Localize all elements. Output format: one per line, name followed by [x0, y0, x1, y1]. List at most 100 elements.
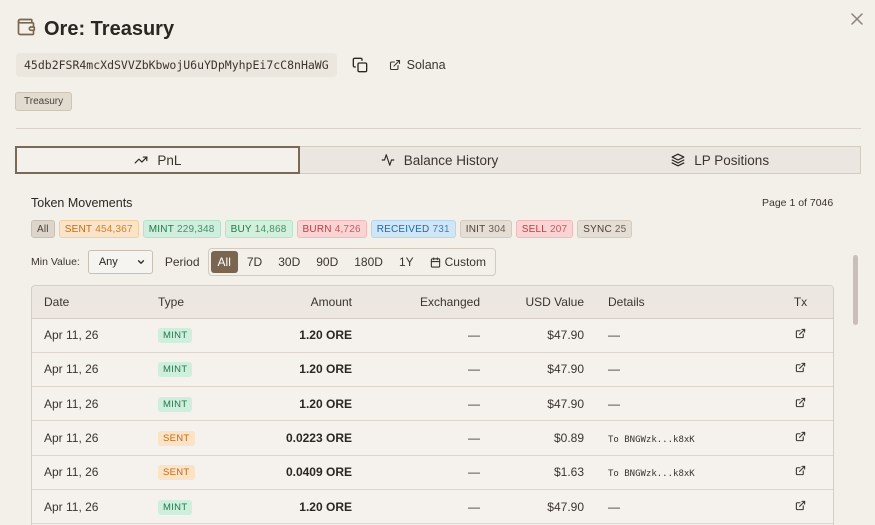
type-badge: MINT [158, 499, 193, 515]
page-info: Page 1 of 7046 [762, 197, 834, 209]
scrollbar[interactable] [853, 255, 858, 325]
tab-lp-positions[interactable]: LP Positions [579, 147, 860, 173]
period-90d[interactable]: 90D [309, 251, 345, 273]
period-all[interactable]: All [210, 251, 238, 273]
chip-count: 4,726 [334, 224, 361, 235]
cell-date: Apr 11, 26 [32, 386, 145, 422]
table-row: Apr 11, 26 SENT 0.0409 ORE — $1.63 To BNGWzk.… [32, 455, 833, 490]
cell-tx [766, 352, 833, 388]
cell-usd-value: $47.90 [480, 318, 584, 353]
tab-label: LP Positions [694, 152, 770, 168]
close-button[interactable] [848, 10, 866, 28]
tab-label: PnL [157, 152, 182, 168]
period-1y[interactable]: 1Y [392, 251, 421, 273]
filter-chip-sent[interactable]: SENT 454,367 [58, 220, 139, 238]
custom-label: Custom [444, 255, 486, 269]
cell-tx [766, 420, 833, 456]
period-custom[interactable]: Custom [423, 251, 493, 273]
filter-chip-sell[interactable]: SELL 207 [515, 220, 574, 238]
chip-count: 14,868 [254, 224, 287, 235]
cell-exchanged: — [352, 318, 480, 353]
filter-chip-burn[interactable]: BURN 4,726 [296, 220, 367, 238]
cell-date: Apr 11, 26 [32, 318, 145, 353]
cell-date: Apr 11, 26 [32, 420, 145, 456]
col-type[interactable]: Type [145, 286, 245, 319]
chip-count: 304 [488, 224, 506, 235]
col-tx[interactable]: Tx [766, 286, 833, 319]
filter-chip-received[interactable]: RECEIVED 731 [370, 220, 456, 238]
chip-label: MINT [148, 224, 175, 235]
col-date[interactable]: Date [32, 286, 145, 319]
chip-count: 731 [432, 224, 450, 235]
external-link-icon [795, 397, 806, 407]
tx-link[interactable] [795, 328, 806, 339]
cell-details: — [584, 489, 766, 525]
movements-table: Date Type Amount Exchanged USD Value Det… [31, 285, 834, 525]
close-icon [851, 13, 863, 25]
period-180d[interactable]: 180D [347, 251, 390, 273]
cell-type: SENT [145, 455, 245, 490]
copy-address-button[interactable] [351, 56, 369, 74]
col-exchanged[interactable]: Exchanged [352, 286, 480, 319]
filter-chip-init[interactable]: INIT 304 [459, 220, 512, 238]
cell-usd-value: $47.90 [480, 386, 584, 422]
title-row: Ore: Treasury [16, 17, 174, 42]
tx-link[interactable] [795, 397, 806, 408]
cell-details: To BNGWzk...k8xK [584, 455, 766, 490]
min-value-label: Min Value: [31, 256, 80, 268]
chip-count: 229,348 [177, 224, 215, 235]
details-text: — [608, 396, 620, 411]
chip-label: BURN [302, 224, 332, 235]
cell-type: MINT [145, 352, 245, 388]
tx-link[interactable] [795, 431, 806, 442]
period-30d[interactable]: 30D [271, 251, 307, 273]
filter-chip-buy[interactable]: BUY 14,868 [224, 220, 293, 238]
table-row: Apr 11, 26 SENT 0.0223 ORE — $0.89 To BNGWzk.… [32, 420, 833, 456]
chevron-down-icon [137, 260, 144, 264]
section-title: Token Movements [31, 196, 133, 210]
tx-link[interactable] [795, 465, 806, 476]
min-value-select[interactable]: Any [87, 250, 153, 274]
table-row: Apr 11, 26 MINT 1.20 ORE — $47.90— [32, 318, 833, 353]
cell-date: Apr 11, 26 [32, 489, 145, 525]
tab-balance-history[interactable]: Balance History [299, 147, 580, 173]
cell-details: — [584, 386, 766, 422]
chain-label: Solana [406, 58, 446, 72]
chip-label: BUY [230, 224, 252, 235]
type-filter-chips: All SENT 454,367 MINT 229,348 BUY 14,868 BURN 4,… [31, 220, 633, 238]
chip-label: RECEIVED [376, 224, 430, 235]
cell-tx [766, 386, 833, 422]
divider [16, 128, 861, 129]
cell-amount: 1.20 ORE [245, 386, 352, 422]
cell-type: MINT [145, 386, 245, 422]
filter-chip-sync[interactable]: SYNC 25 [577, 220, 633, 238]
tab-pnl[interactable]: PnL [15, 146, 300, 174]
tx-link[interactable] [795, 500, 806, 511]
period-7d[interactable]: 7D [240, 251, 269, 273]
filter-chip-all[interactable]: All [31, 220, 55, 238]
cell-exchanged: — [352, 420, 480, 456]
tab-label: Balance History [403, 152, 499, 168]
external-link-icon [795, 363, 806, 373]
col-amount[interactable]: Amount [245, 286, 352, 319]
col-usd-value[interactable]: USD Value [480, 286, 584, 319]
chain-explorer-link[interactable]: Solana [389, 58, 446, 72]
chip-label: SENT [64, 224, 93, 235]
cell-type: MINT [145, 318, 245, 353]
wallet-icon [16, 17, 36, 42]
cell-amount: 1.20 ORE [245, 352, 352, 388]
cell-details: To BNGWzk...k8xK [584, 420, 766, 456]
tx-link[interactable] [795, 362, 806, 373]
wallet-modal: Ore: Treasury 45db2FSR4mcXdSVVZbKbwojU6u… [0, 0, 875, 525]
cell-tx [766, 489, 833, 525]
filter-chip-mint[interactable]: MINT 229,348 [142, 220, 221, 238]
page-title: Ore: Treasury [44, 18, 175, 40]
chip-count: 454,367 [95, 224, 133, 235]
cell-amount: 0.0409 ORE [245, 455, 352, 490]
col-details[interactable]: Details [584, 286, 766, 319]
chip-label: SELL [521, 224, 547, 235]
cell-details: — [584, 318, 766, 353]
cell-tx [766, 455, 833, 490]
external-link-icon [389, 59, 400, 71]
type-badge: SENT [158, 465, 195, 481]
